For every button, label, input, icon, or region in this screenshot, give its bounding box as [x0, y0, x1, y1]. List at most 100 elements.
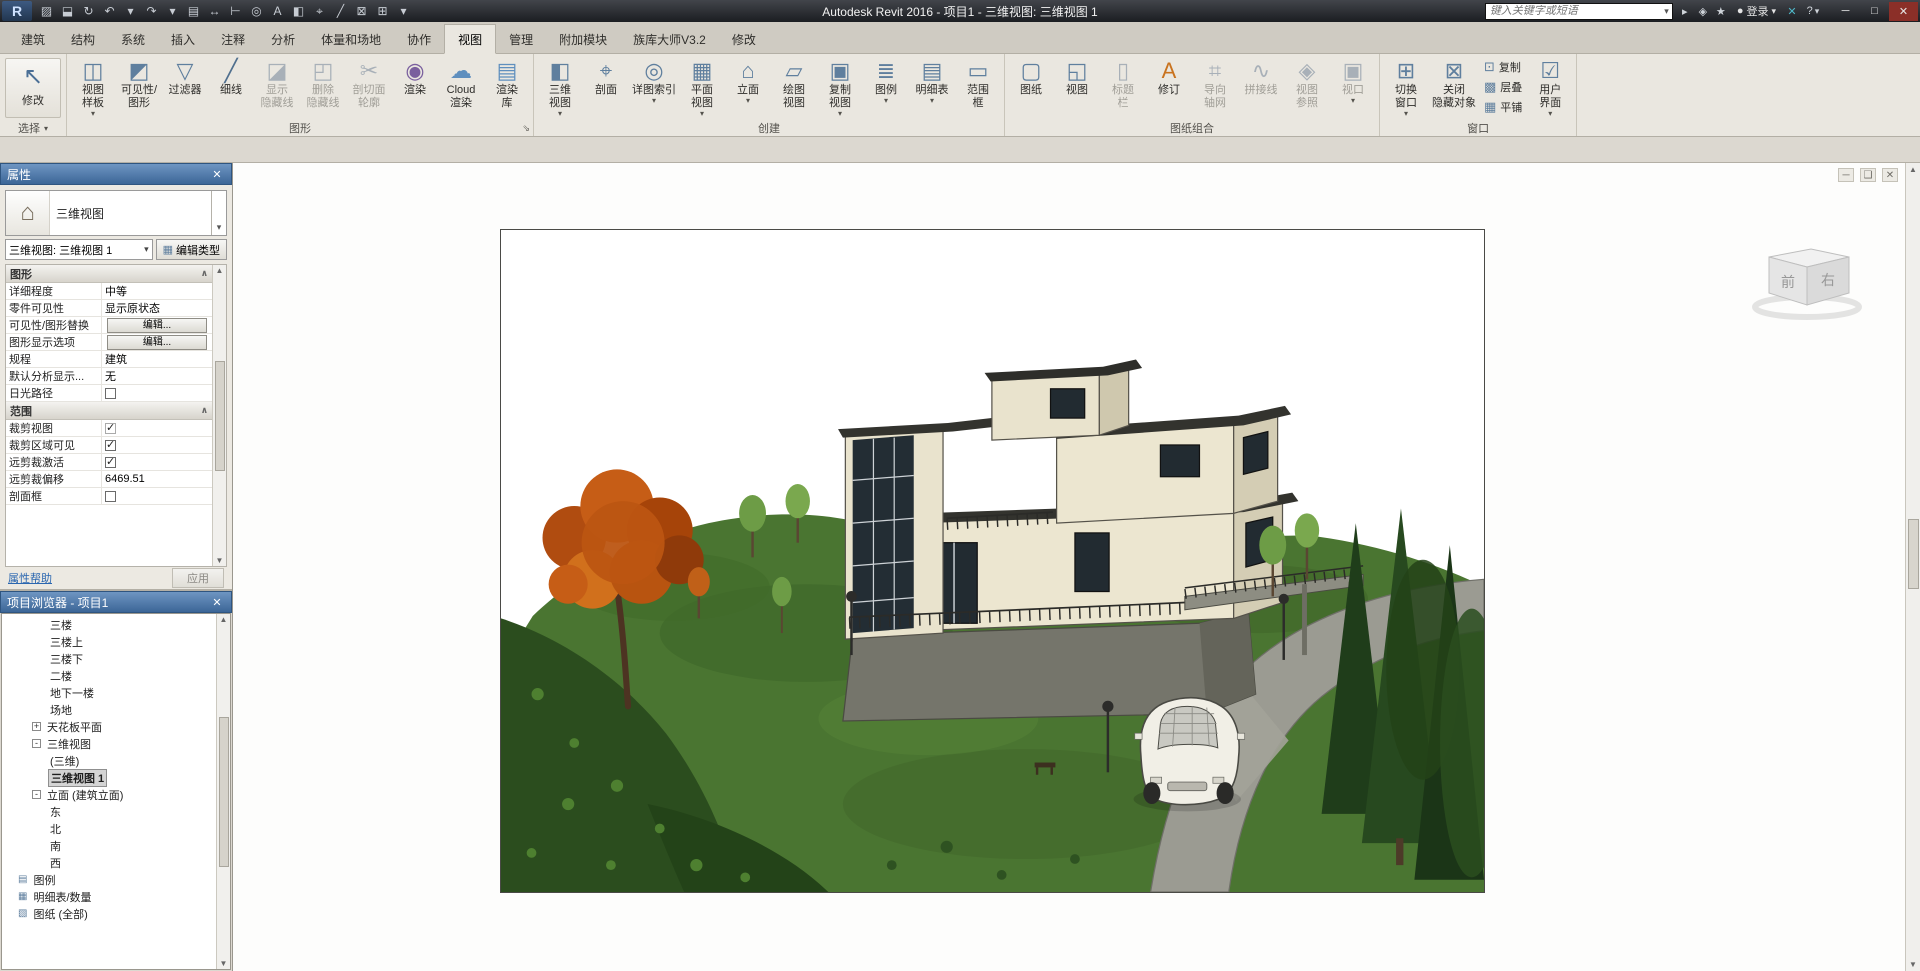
property-edit-button[interactable]: 编辑...: [107, 334, 207, 350]
qat-button[interactable]: ⊠: [351, 2, 372, 21]
scroll-down-icon[interactable]: ▼: [220, 959, 228, 968]
tree-item[interactable]: 东: [2, 803, 216, 820]
ribbon-button[interactable]: ☑ 用户 界面: [1527, 56, 1573, 120]
property-value[interactable]: 显示原状态 显示原状态: [102, 300, 212, 316]
tree-item[interactable]: - 立面 (建筑立面): [2, 786, 216, 803]
ribbon-tab[interactable]: 分析: [258, 25, 308, 53]
ribbon-tab[interactable]: 管理: [496, 25, 546, 53]
ribbon-button[interactable]: ◈ 视图 参照: [1284, 56, 1330, 120]
ribbon-tab[interactable]: 族库大师V3.2: [620, 25, 719, 53]
view-window-button[interactable]: ✕: [1882, 168, 1898, 182]
property-value[interactable]: 无 无: [102, 368, 212, 384]
qat-button[interactable]: ╱: [330, 2, 351, 21]
ribbon-button[interactable]: ╱ 细线: [208, 56, 254, 120]
tree-expander-icon[interactable]: +: [32, 722, 41, 731]
property-value[interactable]: [102, 387, 212, 399]
close-button[interactable]: ✕: [1889, 1, 1918, 21]
ribbon-button[interactable]: A 修订: [1146, 56, 1192, 120]
tree-item[interactable]: + 天花板平面: [2, 718, 216, 735]
view-window-button[interactable]: ❑: [1860, 168, 1876, 182]
crop-region[interactable]: [500, 229, 1485, 893]
ribbon-button[interactable]: ⊠ 关闭 隐藏对象: [1429, 56, 1479, 120]
project-browser-close-icon[interactable]: ✕: [209, 596, 225, 609]
scroll-up-icon[interactable]: ▲: [220, 615, 228, 624]
group-collapse-icon[interactable]: ∧: [201, 405, 208, 416]
canvas-scrollbar[interactable]: ▲ ▼: [1905, 163, 1920, 971]
scroll-thumb[interactable]: [214, 360, 225, 471]
ribbon-button[interactable]: ▽ 过滤器: [162, 56, 208, 120]
ribbon-button[interactable]: ☁ Cloud 渲染: [438, 56, 484, 120]
property-checkbox[interactable]: [105, 490, 116, 502]
ribbon-button[interactable]: ✂ 剖切面 轮廓: [346, 56, 392, 120]
infocenter-button[interactable]: ◈: [1694, 2, 1712, 20]
tree-item[interactable]: 南: [2, 837, 216, 854]
type-selector[interactable]: ⌂ 三维视图 ▾: [5, 190, 227, 236]
ribbon-button[interactable]: ▱ 绘图 视图: [771, 56, 817, 120]
ribbon-button[interactable]: ▤ 渲染 库: [484, 56, 530, 120]
ribbon-button[interactable]: ≣ 图例: [863, 56, 909, 120]
ribbon-button[interactable]: ▣ 复制 视图: [817, 56, 863, 120]
ribbon-button[interactable]: ▤ 明细表: [909, 56, 955, 120]
tree-item[interactable]: ▧ 图纸 (全部): [2, 905, 216, 922]
ribbon-button[interactable]: ◎ 详图索引: [629, 56, 679, 120]
project-browser-scrollbar[interactable]: ▲ ▼: [216, 614, 230, 969]
infocenter-button[interactable]: ▸: [1676, 2, 1694, 20]
property-checkbox[interactable]: [105, 438, 116, 451]
ribbon-button[interactable]: ◉ 渲染: [392, 56, 438, 120]
type-selector-caret-icon[interactable]: ▾: [211, 191, 226, 235]
ribbon-small-button[interactable]: ▩ 层叠: [1479, 77, 1527, 97]
tree-item[interactable]: 三楼上: [2, 633, 216, 650]
tree-item[interactable]: ▤ 图例: [2, 871, 216, 888]
tree-item[interactable]: ▦ 明细表/数量: [2, 888, 216, 905]
search-input[interactable]: [1485, 5, 1665, 17]
ribbon-button[interactable]: ⊞ 切换 窗口: [1383, 56, 1429, 120]
tree-expander-icon[interactable]: -: [32, 790, 41, 799]
ribbon-tab[interactable]: 注释: [208, 25, 258, 53]
ribbon-button[interactable]: ∿ 拼接线: [1238, 56, 1284, 120]
project-browser-header[interactable]: 项目浏览器 - 项目1 ✕: [0, 591, 232, 613]
ribbon-tab[interactable]: 附加模块: [546, 25, 620, 53]
qat-button[interactable]: ◧: [288, 2, 309, 21]
qat-button[interactable]: ▾: [393, 2, 414, 21]
property-edit-button[interactable]: 编辑...: [107, 317, 207, 333]
ribbon-button[interactable]: ▢ 图纸: [1008, 56, 1054, 120]
properties-scrollbar[interactable]: ▲ ▼: [212, 265, 226, 566]
qat-button[interactable]: ⊞: [372, 2, 393, 21]
property-value[interactable]: 中等 中等: [102, 283, 212, 299]
tree-item[interactable]: 三楼: [2, 616, 216, 633]
property-checkbox[interactable]: [105, 387, 116, 399]
property-value[interactable]: 编辑... 编辑...: [102, 317, 212, 334]
qat-button[interactable]: ⌖: [309, 2, 330, 21]
properties-header[interactable]: 属性 ✕: [0, 163, 232, 185]
qat-button[interactable]: ⬓: [57, 2, 78, 21]
scroll-thumb[interactable]: [218, 716, 229, 867]
ribbon-tab[interactable]: 体量和场地: [308, 25, 394, 53]
search-caret-icon[interactable]: ▾: [1664, 6, 1672, 17]
qat-button[interactable]: ▾: [120, 2, 141, 21]
ribbon-tab[interactable]: 结构: [58, 25, 108, 53]
qat-button[interactable]: ▤: [183, 2, 204, 21]
modify-button[interactable]: ↖ 修改: [5, 58, 61, 118]
ribbon-tab[interactable]: 插入: [158, 25, 208, 53]
ribbon-tab[interactable]: 视图: [444, 24, 497, 54]
property-value[interactable]: 建筑 建筑: [102, 351, 212, 367]
property-value[interactable]: 6469.51 6469.51: [102, 473, 212, 485]
select-panel-caption[interactable]: 选择 ▾: [0, 120, 66, 136]
property-value[interactable]: [102, 490, 212, 502]
ribbon-button[interactable]: ▯ 标题 栏: [1100, 56, 1146, 120]
property-value[interactable]: 编辑... 编辑...: [102, 334, 212, 351]
tree-item[interactable]: 西: [2, 854, 216, 871]
revit-app-button[interactable]: R: [2, 1, 32, 21]
scroll-up-icon[interactable]: ▲: [1909, 165, 1917, 174]
ribbon-button[interactable]: ⌖ 剖面: [583, 56, 629, 120]
minimize-button[interactable]: ─: [1831, 2, 1860, 21]
ribbon-button[interactable]: ◩ 可见性/ 图形: [116, 56, 162, 120]
tree-item[interactable]: 三维视图 1: [2, 768, 216, 787]
exchange-apps-button[interactable]: ✕: [1783, 2, 1801, 20]
dialog-launcher-icon[interactable]: ⇘: [522, 123, 530, 134]
property-group-header[interactable]: 范围 ∧: [6, 402, 212, 420]
ribbon-button[interactable]: ⌂ 立面: [725, 56, 771, 120]
ribbon-button[interactable]: ◪ 显示 隐藏线: [254, 56, 300, 120]
help-button[interactable]: ? ▾: [1804, 2, 1822, 20]
ribbon-button[interactable]: ◧ 三维 视图: [537, 56, 583, 120]
